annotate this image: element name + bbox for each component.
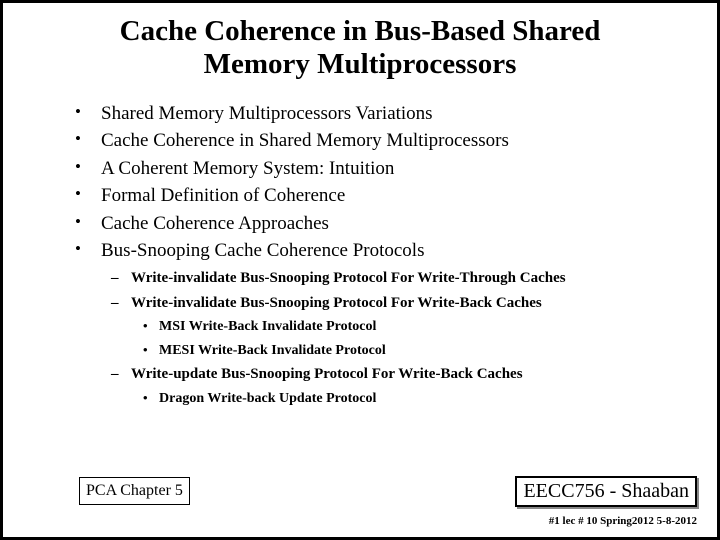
list-item: Shared Memory Multiprocessors Variations	[75, 100, 717, 128]
title-line2: Memory Multiprocessors	[204, 48, 517, 80]
course-info: EECC756 - Shaaban	[515, 476, 697, 507]
course-name: EECC756 - Shaaban	[515, 476, 697, 507]
list-sub-item: Write-invalidate Bus-Snooping Protocol F…	[75, 293, 717, 315]
page-info: #1 lec # 10 Spring2012 5-8-2012	[549, 515, 697, 527]
bullet-list: Shared Memory Multiprocessors Variations…	[75, 100, 717, 409]
slide-title: Cache Coherence in Bus-Based Shared Memo…	[3, 15, 717, 82]
title-line1: Cache Coherence in Bus-Based Shared	[120, 15, 601, 47]
list-sub-item: Write-invalidate Bus-Snooping Protocol F…	[75, 268, 717, 290]
list-sub-sub-item: MESI Write-Back Invalidate Protocol	[75, 341, 717, 361]
list-item: Cache Coherence in Shared Memory Multipr…	[75, 127, 717, 155]
chapter-reference: PCA Chapter 5	[79, 477, 190, 505]
list-item: Cache Coherence Approaches	[75, 210, 717, 238]
list-item: A Coherent Memory System: Intuition	[75, 155, 717, 183]
list-sub-sub-item: Dragon Write-back Update Protocol	[75, 389, 717, 409]
list-sub-item: Write-update Bus-Snooping Protocol For W…	[75, 364, 717, 386]
list-item: Bus-Snooping Cache Coherence Protocols	[75, 237, 717, 265]
list-item: Formal Definition of Coherence	[75, 182, 717, 210]
list-sub-sub-item: MSI Write-Back Invalidate Protocol	[75, 317, 717, 337]
